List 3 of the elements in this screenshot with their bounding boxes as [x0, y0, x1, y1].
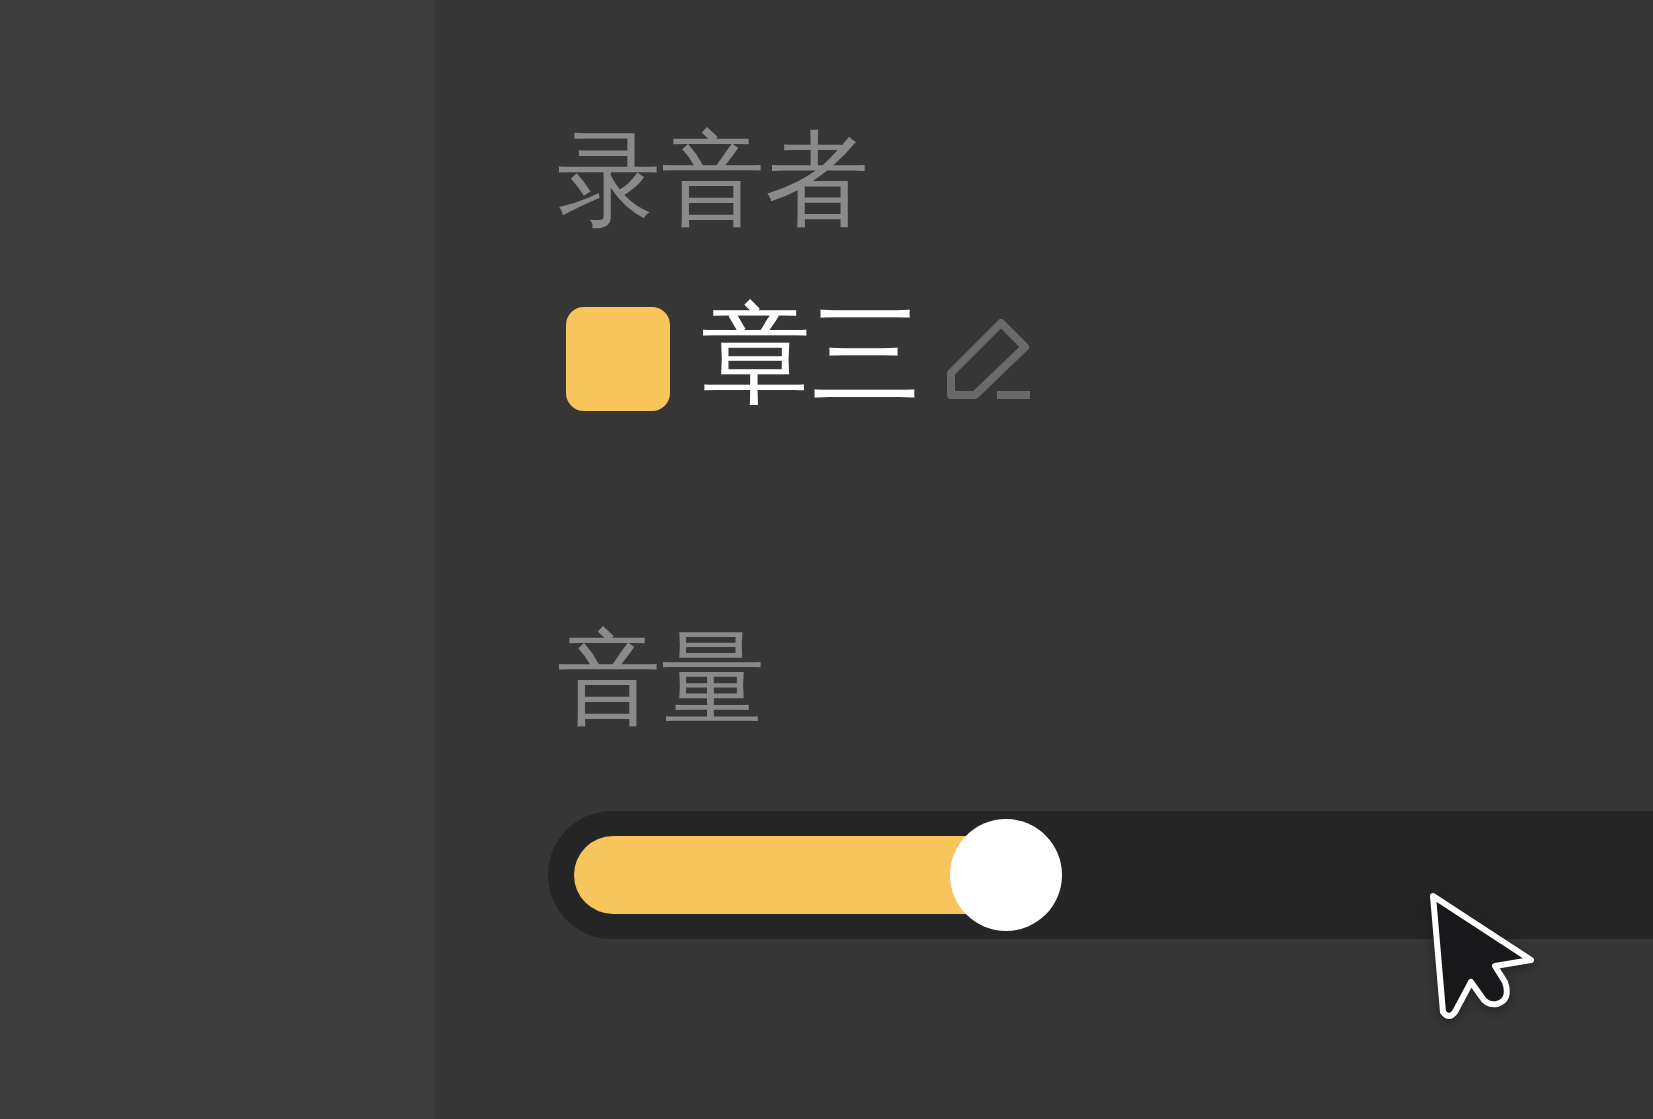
recorder-label: 录音者: [557, 127, 869, 231]
recorder-name: 章三: [701, 299, 921, 409]
volume-label: 音量: [557, 626, 765, 730]
